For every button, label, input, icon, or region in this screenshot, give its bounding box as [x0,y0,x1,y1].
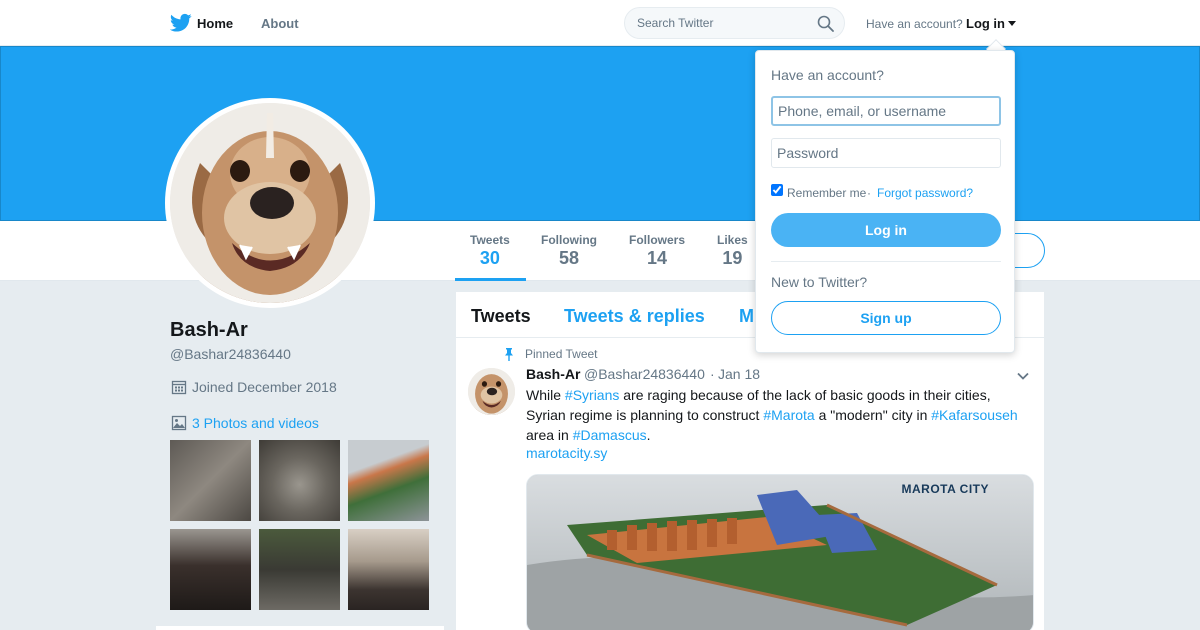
photo-thumbnail[interactable] [259,440,340,521]
stat-value: 30 [479,248,500,268]
password-field[interactable] [771,138,1001,168]
signup-button[interactable]: Sign up [771,301,1001,335]
hashtag-link[interactable]: #Marota [763,407,814,423]
stat-label: Followers [629,233,686,247]
tweet-avatar[interactable] [468,368,515,415]
chevron-down-icon[interactable] [1016,369,1030,383]
photo-icon [171,415,187,431]
dropdown-title: Have an account? [771,67,884,83]
stat-value: 58 [558,248,580,268]
search-icon[interactable] [817,15,834,32]
media-logo-text: MAROTA CITY [901,482,989,496]
stat-following[interactable]: Following 58 [541,233,597,269]
tweet-media-image[interactable]: MAROTA CITY [526,474,1034,630]
stat-likes[interactable]: Likes 19 [717,233,748,269]
profile-name: Bash-Ar [170,319,248,341]
dog-avatar-image [170,103,370,303]
tweet-text-part: While [526,387,565,403]
stat-label: Tweets [470,233,510,247]
joined-date: Joined December 2018 [192,379,337,395]
photo-thumbnail[interactable] [348,529,429,610]
photo-thumbnail[interactable] [348,440,429,521]
hashtag-link[interactable]: #Syrians [565,387,619,403]
stat-followers[interactable]: Followers 14 [629,233,685,269]
tweet-date[interactable]: Jan 18 [718,366,760,382]
top-nav: Home About Have an account? Log in [0,0,1200,46]
remember-me-checkbox[interactable] [771,184,783,196]
twitter-bird-icon[interactable] [170,13,192,33]
forgot-password-link[interactable]: Forgot password? [877,186,973,200]
remember-me-label[interactable]: Remember me [787,186,866,200]
tweet-text-part: . [646,427,651,443]
chevron-down-icon[interactable] [1008,21,1016,26]
nav-about-link[interactable]: About [261,16,299,31]
hashtag-link[interactable]: #Damascus [573,427,647,443]
profile-handle: @Bashar24836440 [170,346,291,362]
active-tab-underline [455,278,526,281]
tab-media[interactable]: M [739,306,754,327]
tab-tweets[interactable]: Tweets [471,306,531,327]
tweet-text: While #Syrians are raging because of the… [526,385,1026,445]
profile-avatar[interactable] [165,98,375,308]
login-dropdown: Have an account? Remember me · Forgot pa… [755,50,1015,353]
city-render-image [527,475,1033,630]
stat-value: 14 [646,248,668,268]
pin-icon [505,348,513,361]
pinned-label: Pinned Tweet [525,347,598,361]
photo-thumbnail[interactable] [259,529,340,610]
dog-face-icon [170,103,370,303]
tweet-separator: · [710,366,715,382]
login-button[interactable]: Log in [771,213,1001,247]
photos-videos-link[interactable]: 3 Photos and videos [192,415,319,431]
nav-home-link[interactable]: Home [197,16,233,31]
calendar-icon [171,380,187,395]
card-edge [156,626,444,630]
tweet-author-handle[interactable]: @Bashar24836440 [584,366,705,382]
stat-label: Likes [717,233,748,247]
tweet-author-name[interactable]: Bash-Ar [526,366,580,382]
hashtag-link[interactable]: #Kafarsouseh [931,407,1017,423]
have-account-text: Have an account? [866,17,963,31]
login-menu-link[interactable]: Log in [966,16,1005,31]
search-input[interactable] [637,16,807,30]
photo-thumbnail[interactable] [170,529,251,610]
search-box[interactable] [624,7,845,39]
username-field[interactable] [771,96,1001,126]
photo-thumbnail[interactable] [170,440,251,521]
stat-value: 19 [722,248,743,268]
divider [771,261,1001,262]
stat-label: Following [541,233,597,247]
tweet-text-part: area in [526,427,573,443]
stat-tweets[interactable]: Tweets 30 [470,233,510,269]
separator: · [867,186,871,200]
tweet-text-part: a "modern" city in [814,407,932,423]
new-to-twitter-text: New to Twitter? [771,274,868,290]
dog-face-icon [468,368,515,415]
tab-tweets-replies[interactable]: Tweets & replies [564,306,705,327]
tweet-url-link[interactable]: marotacity.sy [526,445,607,461]
